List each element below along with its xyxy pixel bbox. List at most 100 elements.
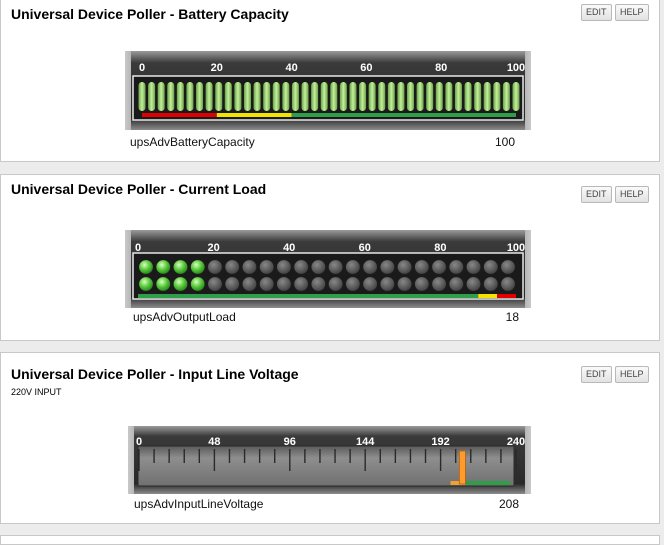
battery-segment [330, 82, 338, 111]
tick-label: 100 [507, 242, 525, 254]
battery-segment [253, 82, 261, 111]
battery-segment [464, 82, 472, 111]
battery-segment [176, 82, 184, 111]
gauge-value: 18 [505, 310, 519, 324]
led-dot [258, 259, 275, 275]
battery-segment [368, 82, 376, 111]
led-dot [241, 276, 258, 292]
zone-band [142, 113, 217, 117]
zone-band [478, 294, 498, 298]
led-dot [345, 259, 361, 275]
scale-face [137, 445, 515, 487]
led-dot [207, 276, 223, 292]
next-panel-edge [0, 535, 660, 545]
battery-segment [320, 82, 328, 111]
battery-segment [234, 82, 242, 111]
led-dot [431, 276, 447, 292]
gauge-variable-name: upsAdvOutputLoad [133, 310, 236, 324]
gauge-value: 100 [494, 135, 515, 149]
tick-label: 80 [435, 62, 447, 74]
battery-segment [272, 82, 280, 111]
led-dot [138, 276, 154, 292]
led-dot [190, 259, 206, 275]
battery-segment [454, 82, 462, 111]
battery-segment [167, 82, 175, 111]
tick-label: 0 [139, 62, 145, 74]
battery-segment [301, 82, 309, 111]
led-dot [414, 259, 430, 275]
zone-band [465, 481, 510, 485]
led-dot [155, 259, 171, 275]
battery-segment [512, 82, 520, 111]
battery-segment [224, 82, 232, 111]
led-dot [138, 259, 154, 275]
led-dot [224, 276, 240, 292]
current-load-panel: Universal Device Poller - Current Load E… [0, 174, 660, 341]
led-dot [310, 259, 327, 275]
battery-capacity-gauge: 0 20 40 60 80 100 [125, 51, 531, 130]
led-window [132, 252, 524, 300]
led-dot [500, 259, 516, 275]
led-dot [362, 276, 378, 292]
battery-segment [435, 82, 443, 111]
led-dot [241, 259, 258, 275]
battery-segment [243, 82, 251, 111]
battery-segment [196, 82, 204, 111]
gauge-variable-name: upsAdvInputLineVoltage [134, 497, 264, 511]
led-dot [224, 259, 240, 275]
battery-segment [157, 82, 165, 111]
led-dot [190, 276, 206, 292]
led-dot [500, 276, 516, 292]
input-line-voltage-panel: Universal Device Poller - Input Line Vol… [0, 352, 660, 524]
battery-segment [263, 82, 271, 111]
led-dot [276, 259, 292, 275]
battery-segment [407, 82, 415, 111]
led-dot [483, 259, 499, 275]
tick-label: 60 [360, 62, 372, 74]
tick-label: 40 [283, 242, 295, 254]
led-dot [327, 259, 344, 275]
led-dot [396, 259, 413, 275]
battery-segment [387, 82, 395, 111]
battery-segment [349, 82, 357, 111]
led-dot [293, 276, 309, 292]
tick-label: 80 [434, 242, 446, 254]
battery-segment [311, 82, 319, 111]
battery-segment [186, 82, 194, 111]
battery-segment [474, 82, 482, 111]
battery-segment [359, 82, 367, 111]
battery-segment [138, 82, 146, 111]
zone-band [497, 294, 516, 298]
led-dot [172, 276, 189, 292]
battery-segment [215, 82, 223, 111]
tick-label: 144 [356, 436, 375, 448]
tick-label: 48 [208, 436, 220, 448]
led-dot [172, 259, 189, 275]
led-dot [327, 276, 344, 292]
led-dot [310, 276, 327, 292]
led-dot [448, 259, 464, 275]
zone-band [216, 113, 292, 117]
led-dot [345, 276, 361, 292]
tick-label: 0 [135, 242, 141, 254]
led-dot [362, 259, 378, 275]
input-line-voltage-gauge: 0 48 96 144 192 240 [128, 426, 531, 494]
led-dot [276, 276, 292, 292]
current-load-gauge: 0 20 40 60 80 100 [125, 230, 531, 308]
led-dot [396, 276, 413, 292]
tick-label: 0 [136, 436, 142, 448]
battery-segment [502, 82, 510, 111]
battery-segment [378, 82, 386, 111]
battery-segment [493, 82, 501, 111]
led-dot [431, 259, 447, 275]
led-dot [207, 259, 223, 275]
battery-segment [282, 82, 290, 111]
battery-segment [416, 82, 424, 111]
battery-segment [483, 82, 491, 111]
zone-band [138, 294, 479, 298]
led-dot [379, 259, 396, 275]
gauge-value: 208 [498, 497, 519, 511]
battery-segment [205, 82, 213, 111]
tick-label: 20 [211, 62, 223, 74]
led-dot [483, 276, 499, 292]
